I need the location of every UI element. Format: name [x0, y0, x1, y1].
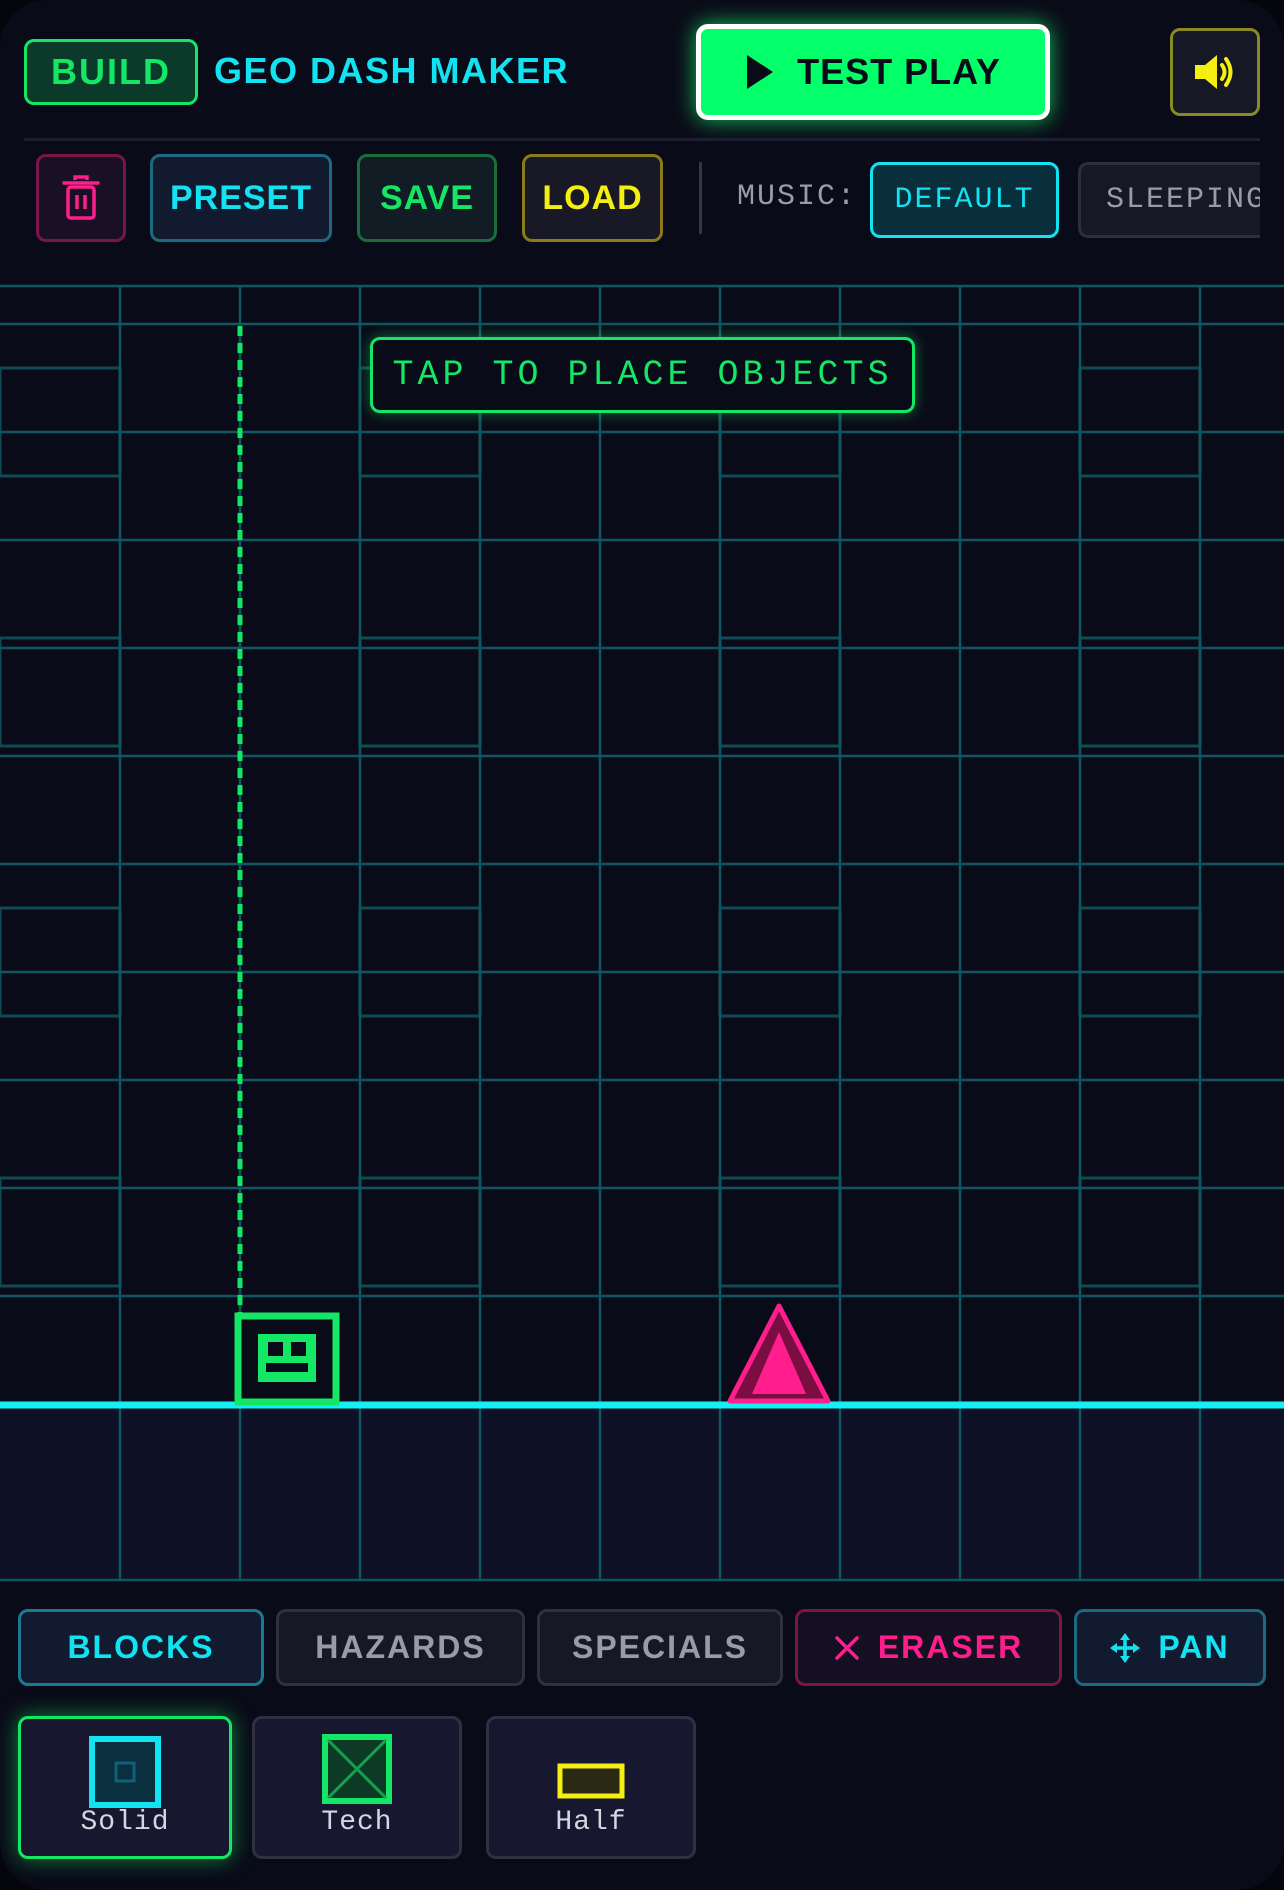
editor-hint: TAP TO PLACE OBJECTS — [370, 337, 915, 413]
tab-hazards[interactable]: HAZARDS — [276, 1609, 525, 1686]
trash-icon — [62, 175, 100, 220]
test-play-button[interactable]: TEST PLAY — [696, 24, 1050, 120]
toolbar-divider — [699, 162, 702, 234]
tab-eraser[interactable]: ERASER — [795, 1609, 1062, 1686]
palette-label-half: Half — [555, 1807, 627, 1838]
speaker-volume-icon — [1195, 55, 1233, 89]
header-divider — [24, 138, 1260, 141]
tab-eraser-label: ERASER — [877, 1629, 1024, 1665]
mode-badge: BUILD — [24, 39, 198, 105]
music-track-sleeping[interactable]: SLEEPING — [1078, 162, 1260, 238]
play-icon — [747, 55, 774, 89]
half-block-icon — [557, 1763, 625, 1799]
save-button[interactable]: SAVE — [357, 154, 497, 242]
tab-blocks[interactable]: BLOCKS — [18, 1609, 264, 1686]
tab-pan[interactable]: PAN — [1074, 1609, 1266, 1686]
palette-item-solid[interactable]: Solid — [18, 1716, 232, 1859]
clear-level-button[interactable] — [36, 154, 126, 242]
palette-item-tech[interactable]: Tech — [252, 1716, 462, 1859]
level-editor-canvas[interactable] — [0, 284, 1284, 1582]
solid-block-icon — [89, 1736, 161, 1808]
move-arrows-icon — [1110, 1632, 1141, 1663]
palette-item-half[interactable]: Half — [486, 1716, 696, 1859]
game-editor-app: BUILD GEO DASH MAKER TEST PLAY PRESET SA… — [0, 0, 1284, 1890]
player-cube[interactable] — [234, 1312, 340, 1406]
sound-toggle-button[interactable] — [1170, 28, 1260, 116]
ground-area — [0, 1406, 1284, 1580]
preset-button[interactable]: PRESET — [150, 154, 332, 242]
app-title: GEO DASH MAKER — [214, 50, 570, 91]
editor-background — [0, 284, 1284, 1582]
tech-block-icon — [322, 1734, 392, 1804]
music-label: MUSIC: — [737, 180, 858, 214]
tab-specials[interactable]: SPECIALS — [537, 1609, 783, 1686]
music-track-default[interactable]: DEFAULT — [870, 162, 1059, 238]
palette-label-tech: Tech — [321, 1807, 393, 1838]
close-x-icon — [835, 1635, 859, 1660]
test-play-label: TEST PLAY — [797, 51, 1001, 92]
palette-label-solid: Solid — [80, 1807, 170, 1838]
load-button[interactable]: LOAD — [522, 154, 663, 242]
tab-pan-label: PAN — [1158, 1629, 1230, 1665]
